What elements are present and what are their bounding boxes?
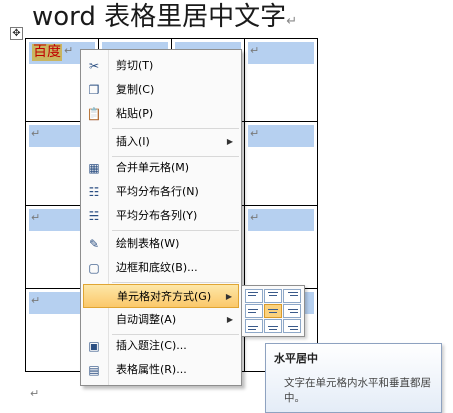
align-middle-right-icon[interactable] (283, 304, 301, 318)
menu-item-label: 平均分布各列(Y) (116, 209, 198, 222)
menu-item-label: 合并单元格(M) (116, 161, 190, 174)
menu-item-distribute-columns[interactable]: ☵ 平均分布各列(Y) (83, 204, 239, 228)
table-cell[interactable]: ↵ (244, 38, 318, 122)
paragraph-mark: ↵ (286, 14, 298, 29)
align-middle-center-icon[interactable] (264, 304, 282, 318)
menu-item-label: 自动调整(A) (116, 313, 177, 326)
menu-separator (112, 282, 239, 283)
menu-item-label: 单元格对齐方式(G) (117, 290, 212, 303)
align-middle-left-icon[interactable] (245, 304, 263, 318)
menu-item-autofit[interactable]: 自动调整(A) ▶ (83, 308, 239, 332)
distribute-rows-icon: ☷ (88, 185, 100, 199)
submenu-arrow-icon: ▶ (226, 315, 233, 324)
copy-icon: ❐ (88, 83, 100, 97)
table-cell[interactable]: ↵ (244, 205, 318, 289)
menu-item-label: 粘贴(P) (116, 107, 154, 120)
menu-item-copy[interactable]: ❐ 复制(C) (83, 78, 239, 102)
align-bottom-right-icon[interactable] (283, 319, 301, 333)
menu-item-borders-shading[interactable]: ▢ 边框和底纹(B)... (83, 256, 239, 280)
menu-item-paste[interactable]: 📋 粘贴(P) (83, 102, 239, 126)
align-bottom-center-icon[interactable] (264, 319, 282, 333)
menu-item-table-properties[interactable]: ▤ 表格属性(R)... (83, 358, 239, 382)
menu-item-label: 表格属性(R)... (116, 363, 187, 376)
menu-separator (112, 128, 239, 129)
menu-separator (112, 230, 239, 231)
table-cell[interactable]: ↵ (244, 121, 318, 206)
alignment-submenu (241, 285, 305, 337)
menu-item-label: 绘制表格(W) (116, 237, 180, 250)
document-heading: word 表格里居中文字↵ (32, 0, 297, 34)
menu-item-label: 复制(C) (116, 83, 155, 96)
menu-item-insert-caption[interactable]: ▣ 插入题注(C)... (83, 334, 239, 358)
menu-item-label: 插入(I) (116, 135, 150, 148)
align-bottom-left-icon[interactable] (245, 319, 263, 333)
align-top-right-icon[interactable] (283, 289, 301, 303)
menu-item-label: 剪切(T) (116, 59, 154, 72)
borders-shading-icon: ▢ (88, 261, 100, 275)
scissors-icon: ✂ (88, 59, 100, 73)
caption-icon: ▣ (88, 339, 100, 353)
paste-icon: 📋 (86, 107, 102, 121)
menu-item-insert[interactable]: 插入(I) ▶ (83, 130, 239, 154)
tooltip-body: 文字在单元格内水平和垂直都居中。 (284, 377, 431, 404)
distribute-columns-icon: ☵ (88, 209, 100, 223)
menu-item-label: 平均分布各行(N) (116, 185, 199, 198)
tooltip: 水平居中 文字在单元格内水平和垂直都居中。 (265, 343, 442, 413)
merge-cells-icon: ▦ (88, 161, 100, 175)
menu-item-label: 边框和底纹(B)... (116, 261, 198, 274)
menu-item-label: 插入题注(C)... (116, 339, 187, 352)
tooltip-title: 水平居中 (274, 352, 318, 365)
table-properties-icon: ▤ (88, 363, 100, 377)
menu-item-distribute-rows[interactable]: ☷ 平均分布各行(N) (83, 180, 239, 204)
context-menu: ✂ 剪切(T) ❐ 复制(C) 📋 粘贴(P) 插入(I) ▶ ▦ 合并单元格(M) ☷ 平… (80, 49, 242, 386)
align-top-center-icon[interactable] (264, 289, 282, 303)
heading-text: word 表格里居中文字 (32, 2, 287, 32)
menu-item-merge-cells[interactable]: ▦ 合并单元格(M) (83, 156, 239, 180)
submenu-arrow-icon: ▶ (226, 137, 233, 146)
submenu-arrow-icon: ▶ (225, 292, 232, 301)
align-top-left-icon[interactable] (245, 289, 263, 303)
draw-table-icon: ✎ (88, 237, 100, 251)
menu-item-cut[interactable]: ✂ 剪切(T) (83, 54, 239, 78)
menu-item-cell-alignment[interactable]: 单元格对齐方式(G) ▶ (83, 284, 239, 308)
table-move-handle-icon[interactable]: ✥ (10, 27, 23, 40)
menu-item-draw-table[interactable]: ✎ 绘制表格(W) (83, 232, 239, 256)
cell-text: 百度 (32, 44, 62, 61)
insert-icon (86, 134, 102, 150)
paragraph-mark: ↵ (30, 387, 40, 400)
